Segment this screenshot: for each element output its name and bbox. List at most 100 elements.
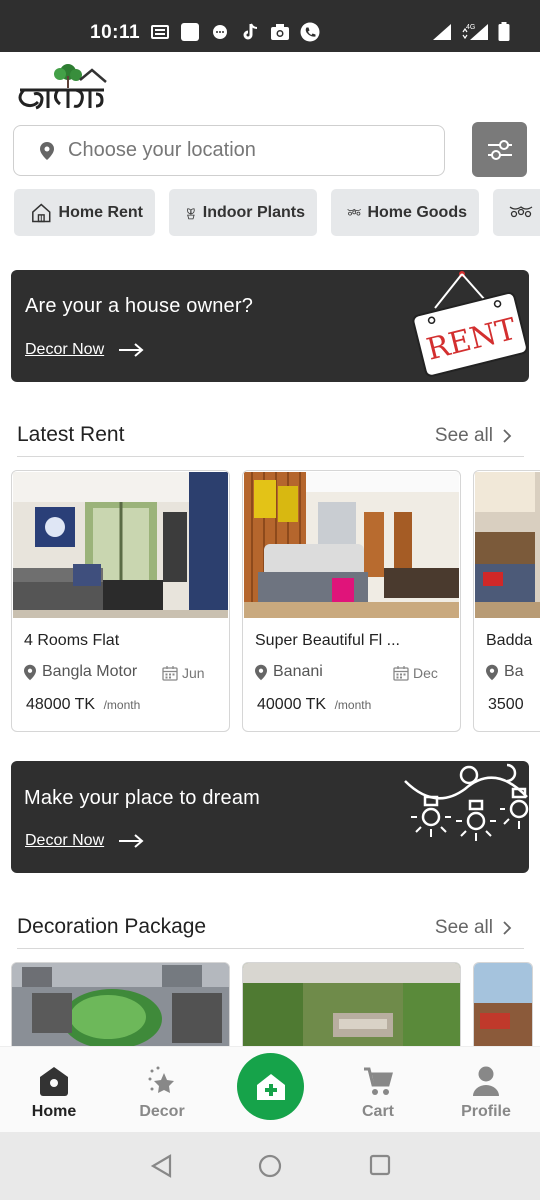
recents-icon[interactable] [369, 1154, 391, 1181]
property-photo [13, 472, 228, 618]
nav-label: Decor [139, 1103, 185, 1120]
arrow-right-icon [119, 343, 144, 357]
decoration-see-all[interactable]: See all [435, 917, 512, 939]
chip-label: Home Rent [58, 203, 143, 221]
plant-icon [187, 207, 195, 219]
chip-indoor-plants[interactable]: Indoor Plants [169, 189, 317, 236]
add-property-button[interactable] [237, 1053, 304, 1120]
property-price: 3500 [488, 696, 524, 714]
house-owner-banner[interactable]: Are your a house owner? Decor Now RENT [11, 270, 529, 382]
latest-rent-see-all[interactable]: See all [435, 425, 512, 447]
decor-now-link[interactable]: Decor Now [25, 341, 144, 359]
add-home-icon [256, 1073, 285, 1100]
battery-icon [498, 22, 510, 47]
phone-icon [300, 22, 320, 42]
news-icon [150, 22, 170, 42]
calendar-icon [162, 666, 178, 681]
profile-icon [473, 1066, 499, 1096]
location-text: Ba [504, 663, 524, 680]
filter-button[interactable] [472, 122, 527, 177]
nav-profile[interactable]: Profile [446, 1065, 526, 1121]
banner-title: Are your a house owner? [25, 295, 254, 317]
property-date: Jun [162, 665, 205, 681]
chip-label: Home Goods [367, 203, 467, 221]
cell-signal-icon: 4G [460, 23, 490, 46]
property-price: 48000 TK /month [26, 696, 140, 714]
system-navigation-bar [0, 1132, 540, 1200]
property-title: 4 Rooms Flat [24, 632, 120, 649]
sliders-icon [487, 139, 512, 160]
decoration-package-header: Decoration Package See all [17, 909, 524, 949]
search-placeholder: Choose your location [68, 139, 256, 161]
calendar-icon [393, 666, 409, 681]
nav-decor[interactable]: Decor [122, 1065, 202, 1121]
latest-rent-header: Latest Rent See all [17, 417, 524, 457]
cart-icon [364, 1067, 393, 1095]
decoration-package-list [11, 962, 540, 1046]
house-icon [32, 203, 51, 222]
rent-card[interactable]: Super Beautiful Fl ... Banani Dec 40000 … [242, 470, 461, 732]
nav-cart[interactable]: Cart [338, 1065, 418, 1121]
package-card[interactable] [11, 962, 230, 1046]
location-pin-icon [24, 664, 36, 680]
property-title: Badda [486, 632, 533, 649]
latest-rent-list: 4 Rooms Flat Bangla Motor Jun 48000 TK /… [11, 470, 540, 734]
camera-icon [270, 22, 290, 42]
nav-home[interactable]: Home [14, 1065, 94, 1121]
rent-card[interactable]: Badda Ba 3500 [473, 470, 540, 732]
package-card[interactable] [242, 962, 461, 1046]
back-icon[interactable] [150, 1154, 172, 1183]
home-icon [40, 1067, 68, 1096]
dream-place-banner[interactable]: Make your place to dream Decor Now [11, 761, 529, 873]
chip-home-goods[interactable]: Home Goods [331, 189, 479, 236]
nav-label: Profile [461, 1103, 511, 1120]
property-price: 40000 TK /month [257, 696, 371, 714]
nav-label: Home [31, 1103, 77, 1120]
notification-icons [150, 22, 320, 42]
location-search-input[interactable]: Choose your location [13, 125, 445, 176]
chip-more[interactable] [493, 189, 540, 236]
network-label: 4G [466, 24, 475, 31]
see-all-label: See all [434, 425, 493, 446]
price-currency: TK [74, 696, 96, 713]
decor-now-link[interactable]: Decor Now [25, 832, 144, 850]
price-value: 3500 [488, 696, 524, 713]
location-text: Banani [273, 663, 323, 680]
sparkle-star-icon [148, 1066, 174, 1093]
property-date: Dec [393, 665, 438, 681]
chevron-right-icon [503, 429, 512, 443]
location-pin-icon [486, 664, 498, 680]
bottom-navigation: Home Decor Cart Profile [0, 1046, 540, 1132]
category-chips: Home Rent Indoor Plants Home Goods [14, 189, 540, 236]
date-text: Dec [413, 665, 438, 681]
property-location: Ba [486, 663, 524, 681]
tiktok-icon [240, 22, 260, 42]
location-pin-icon [255, 664, 267, 680]
app-logo[interactable] [14, 62, 110, 116]
location-pin-icon [40, 141, 54, 160]
cta-label: Decor Now [25, 832, 105, 849]
date-text: Jun [182, 665, 205, 681]
price-unit: /month [334, 698, 372, 712]
property-photo [475, 472, 540, 618]
cta-label: Decor Now [25, 341, 105, 358]
rent-card[interactable]: 4 Rooms Flat Bangla Motor Jun 48000 TK /… [11, 470, 230, 732]
property-location: Banani [255, 663, 323, 681]
nav-label: Cart [361, 1103, 394, 1120]
system-status: 4G [432, 22, 510, 47]
package-photo [474, 963, 532, 1046]
rent-sign-icon: RENT [412, 271, 528, 377]
property-title: Super Beautiful Fl ... [255, 632, 400, 649]
status-bar: 10:11 4G [0, 0, 540, 52]
chip-home-rent[interactable]: Home Rent [14, 189, 155, 236]
string-lights-icon [404, 763, 529, 841]
status-time: 10:11 [90, 22, 141, 43]
price-currency: TK [305, 696, 327, 713]
chevron-right-icon [503, 921, 512, 935]
package-photo [243, 963, 460, 1046]
chip-label: Indoor Plants [202, 203, 305, 221]
package-card[interactable] [473, 962, 533, 1046]
see-all-label: See all [434, 917, 493, 938]
location-text: Bangla Motor [42, 663, 138, 680]
home-circle-icon[interactable] [258, 1154, 282, 1183]
